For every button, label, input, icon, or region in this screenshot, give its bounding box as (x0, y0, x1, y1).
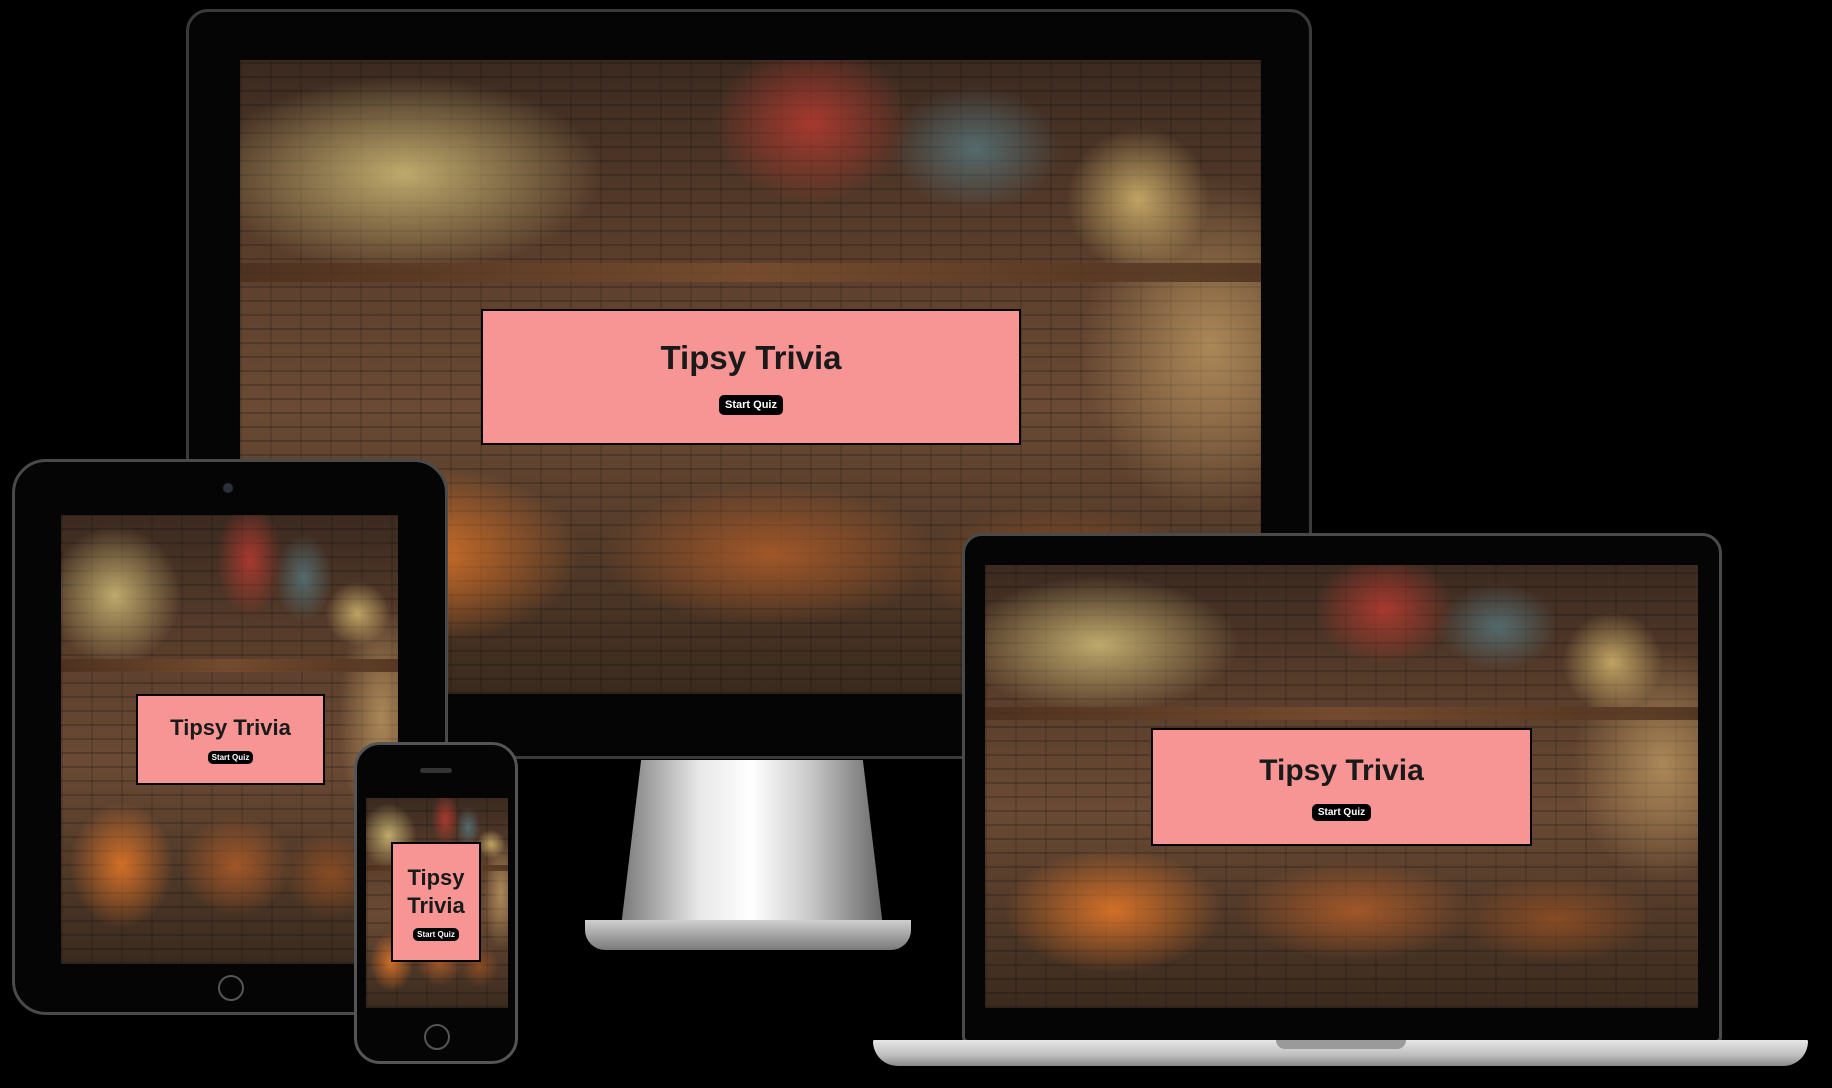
tablet-home-button-icon (218, 975, 244, 1001)
phone-page-title: Tipsy Trivia (407, 864, 464, 920)
laptop-hinge-notch (1276, 1040, 1406, 1049)
monitor-stand-foot (585, 920, 911, 950)
phone-title-line-2: Trivia (407, 892, 465, 918)
tablet-hero-card: Tipsy Trivia Start Quiz (136, 694, 325, 785)
tablet-start-quiz-button[interactable]: Start Quiz (207, 751, 254, 764)
laptop-screen-background: Tipsy Trivia Start Quiz (985, 565, 1698, 1008)
laptop-start-quiz-button[interactable]: Start Quiz (1311, 803, 1372, 821)
monitor-stand-neck (620, 760, 884, 935)
phone-home-button-icon (424, 1024, 450, 1050)
monitor-page-title: Tipsy Trivia (660, 339, 842, 376)
monitor-hero-card: Tipsy Trivia Start Quiz (481, 309, 1021, 445)
phone-speaker-icon (420, 768, 452, 773)
phone-screen-background: Tipsy Trivia Start Quiz (366, 798, 508, 1008)
tablet-camera-icon (223, 483, 233, 493)
laptop-hero-card: Tipsy Trivia Start Quiz (1151, 728, 1532, 846)
tablet-screen-background: Tipsy Trivia Start Quiz (61, 515, 398, 964)
laptop-page-title: Tipsy Trivia (1259, 753, 1424, 787)
phone-hero-card: Tipsy Trivia Start Quiz (391, 842, 481, 962)
phone-title-line-1: Tipsy (407, 864, 465, 890)
phone-start-quiz-button[interactable]: Start Quiz (413, 927, 459, 941)
tablet-page-title: Tipsy Trivia (170, 715, 291, 740)
monitor-start-quiz-button[interactable]: Start Quiz (719, 395, 783, 415)
